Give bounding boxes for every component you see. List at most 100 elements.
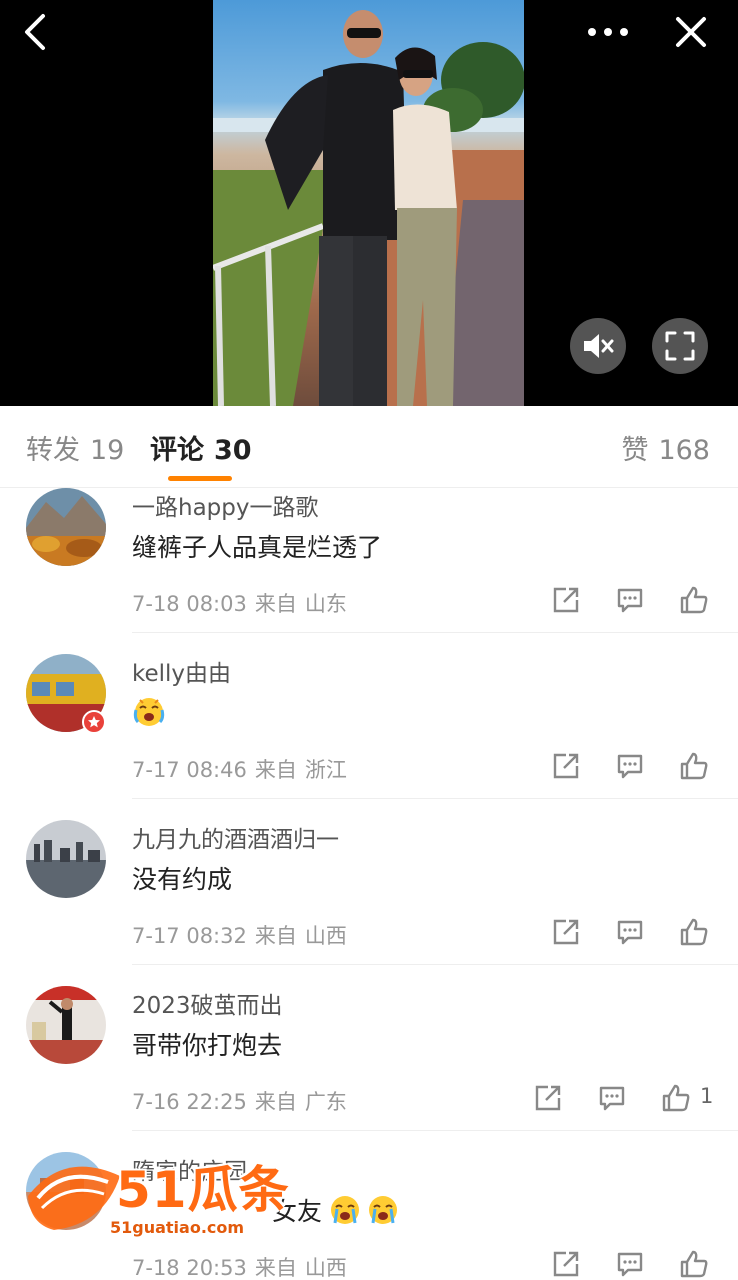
- share-icon: [553, 753, 579, 779]
- comment-meta: 7-16 22:25 来自 广东: [132, 1086, 347, 1116]
- comment-meta: 7-18 20:53 来自 山西: [132, 1252, 347, 1280]
- avatar[interactable]: [26, 986, 106, 1064]
- comment-username[interactable]: 2023破茧而出: [132, 986, 283, 1020]
- comment-text: 没有约成: [132, 860, 232, 896]
- comment-item: 隋家的庄园 女友 7-18 20:53 来自 山西: [0, 1152, 738, 1280]
- reply-button[interactable]: [614, 584, 646, 616]
- comment-username[interactable]: kelly由由: [132, 654, 231, 688]
- reply-button[interactable]: [596, 1082, 628, 1114]
- comment-time: 7-18 08:03: [132, 592, 247, 616]
- comment-from: 来自: [254, 924, 297, 948]
- share-button[interactable]: [550, 1248, 582, 1280]
- thumbs-up-icon: [662, 1084, 690, 1112]
- comment-username[interactable]: 隋家的庄园: [132, 1152, 247, 1186]
- tab-like[interactable]: 赞 168: [621, 428, 710, 467]
- comment-item: 九月九的酒酒酒归一 没有约成 7-17 08:32 来自 山西: [0, 820, 738, 986]
- share-icon: [553, 919, 579, 945]
- tab-repost-label: 转发: [26, 435, 80, 466]
- share-icon: [553, 587, 579, 613]
- tab-repost[interactable]: 转发 19: [26, 428, 124, 467]
- reply-button[interactable]: [614, 750, 646, 782]
- crying-emoji-icon: [331, 1196, 360, 1224]
- tab-comment-count: 30: [214, 435, 252, 466]
- more-icon: [588, 28, 628, 36]
- share-icon: [553, 1251, 579, 1277]
- avatar[interactable]: [26, 1152, 106, 1230]
- media-viewer: [0, 0, 738, 406]
- crying-emoji-icon: [133, 698, 165, 726]
- comment-text: 哥带你打炮去: [132, 1026, 282, 1062]
- comment-location: 山东: [304, 592, 347, 616]
- comment-text-content: 哥带你打炮去: [132, 1031, 283, 1060]
- like-button[interactable]: [678, 1248, 710, 1280]
- thumbs-up-icon: [680, 586, 708, 614]
- comment-location: 山西: [304, 924, 347, 948]
- comment-time: 7-17 08:46: [132, 758, 247, 782]
- post-tabs: 转发 19 评论 30 赞 168: [0, 406, 738, 488]
- comment-time: 7-16 22:25: [132, 1090, 247, 1114]
- comment-item: 一路happy一路歌 缝裤子人品真是烂透了 7-18 08:03 来自 山东: [0, 488, 738, 654]
- reply-button[interactable]: [614, 916, 646, 948]
- crying-emoji-icon: [369, 1196, 398, 1224]
- comment-icon: [599, 1086, 625, 1111]
- comment-text-content: 没有约成: [132, 865, 233, 894]
- comment-actions: [550, 750, 720, 782]
- share-button[interactable]: [550, 584, 582, 616]
- tab-comment[interactable]: 评论 30: [150, 428, 252, 467]
- comment-text: 女友: [132, 1192, 404, 1228]
- mute-icon: [584, 334, 614, 358]
- back-button[interactable]: [8, 8, 60, 56]
- tab-repost-count: 19: [90, 435, 125, 466]
- close-button[interactable]: [665, 8, 717, 56]
- thumbs-up-icon: [680, 918, 708, 946]
- comment-icon: [617, 1252, 643, 1277]
- like-button[interactable]: [678, 584, 710, 616]
- fullscreen-icon: [665, 331, 695, 361]
- back-icon: [25, 14, 45, 50]
- comment-divider: [132, 964, 738, 965]
- like-count: 1: [700, 1084, 714, 1108]
- reply-button[interactable]: [614, 1248, 646, 1280]
- comment-divider: [132, 632, 738, 633]
- photo-illustration: [213, 10, 524, 406]
- comment-meta: 7-17 08:46 来自 浙江: [132, 754, 347, 784]
- comment-username[interactable]: 九月九的酒酒酒归一: [132, 820, 339, 854]
- comment-divider: [132, 1130, 738, 1131]
- comment-location: 浙江: [304, 758, 347, 782]
- comment-item: kelly由由 7-17 08:46 来自 浙江: [0, 654, 738, 820]
- comment-username[interactable]: 一路happy一路歌: [132, 488, 318, 522]
- thumbs-up-icon: [680, 752, 708, 780]
- comment-icon: [617, 920, 643, 945]
- comment-location: 山西: [304, 1256, 347, 1280]
- more-button[interactable]: [582, 8, 634, 56]
- mute-button[interactable]: [570, 318, 626, 374]
- fullscreen-button[interactable]: [652, 318, 708, 374]
- comment-divider: [132, 798, 738, 799]
- comment-text: 缝裤子人品真是烂透了: [132, 528, 382, 564]
- comment-icon: [617, 754, 643, 779]
- avatar[interactable]: [26, 820, 106, 898]
- comment-from: 来自: [254, 1090, 297, 1114]
- thumbs-up-icon: [680, 1250, 708, 1278]
- like-button[interactable]: [678, 750, 710, 782]
- active-tab-indicator: [168, 476, 232, 481]
- comment-text: [132, 694, 170, 728]
- comment-from: 来自: [254, 758, 297, 782]
- share-button[interactable]: [532, 1082, 564, 1114]
- comment-text-content: 缝裤子人品真是烂透了: [132, 533, 383, 562]
- comment-actions: [550, 1248, 720, 1280]
- share-button[interactable]: [550, 916, 582, 948]
- close-icon: [676, 17, 706, 47]
- comment-list: 一路happy一路歌 缝裤子人品真是烂透了 7-18 08:03 来自 山东 k…: [0, 488, 738, 1280]
- tab-like-label: 赞: [621, 435, 649, 466]
- share-button[interactable]: [550, 750, 582, 782]
- post-photo[interactable]: [213, 0, 524, 406]
- avatar[interactable]: [26, 488, 106, 566]
- like-button[interactable]: [660, 1082, 692, 1114]
- like-button[interactable]: [678, 916, 710, 948]
- share-icon: [535, 1085, 561, 1111]
- star-icon: [88, 716, 100, 728]
- verified-badge: [82, 710, 106, 734]
- comment-from: 来自: [254, 592, 297, 616]
- comment-time: 7-17 08:32: [132, 924, 247, 948]
